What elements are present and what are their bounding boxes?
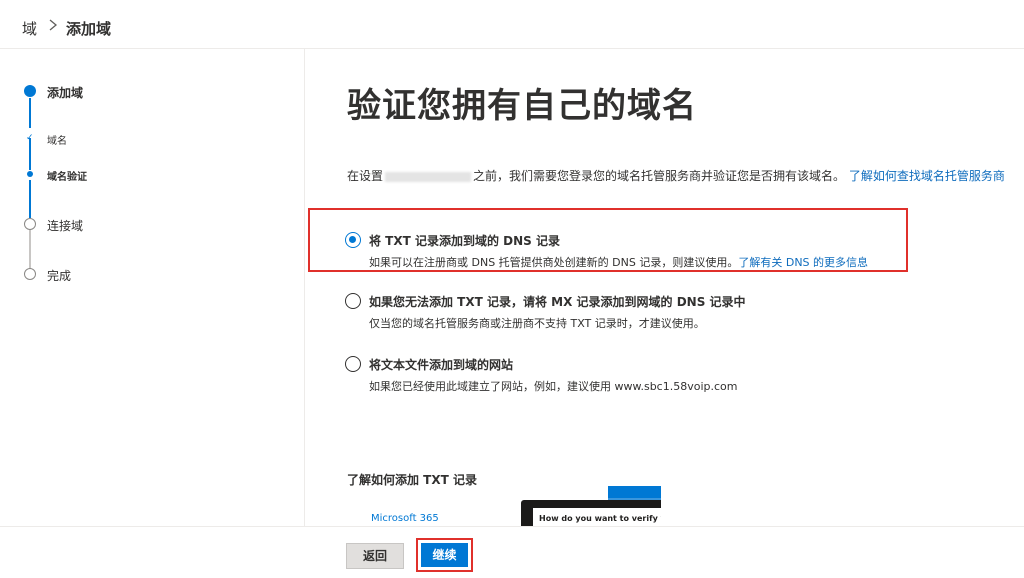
- highlight-box: 继续: [416, 538, 473, 572]
- learn-dns-link[interactable]: 了解有关 DNS 的更多信息: [738, 256, 868, 269]
- header-bar: 域 添加域: [0, 0, 1024, 49]
- step-pending-icon: [24, 218, 36, 230]
- radio-text-file[interactable]: [345, 356, 361, 372]
- radio-txt-record[interactable]: [345, 232, 361, 248]
- option-file-title: 将文本文件添加到域的网站: [369, 358, 514, 372]
- step-pending-icon: [24, 268, 36, 280]
- step-connector: [29, 180, 31, 218]
- step-add-domain: 添加域: [47, 86, 84, 100]
- learn-find-registrar-link[interactable]: 了解如何查找域名托管服务商: [849, 169, 1005, 183]
- step-domain-name: 域名: [47, 136, 67, 147]
- back-button[interactable]: 返回: [346, 543, 404, 569]
- option-mx-desc: 仅当您的域名托管服务商或注册商不支持 TXT 记录时，才建议使用。: [369, 317, 705, 330]
- video-thumbnail[interactable]: How do you want to verify y: [521, 486, 661, 526]
- breadcrumb-root-link[interactable]: 域: [22, 18, 37, 39]
- option-txt-desc-text: 如果可以在注册商或 DNS 托管提供商处创建新的 DNS 记录，则建议使用。: [369, 256, 739, 269]
- redacted-domain: [385, 171, 472, 182]
- step-domain-verification: 域名验证: [47, 172, 87, 183]
- thumbnail-card: How do you want to verify y: [533, 508, 661, 526]
- page-title: 验证您拥有自己的域名: [347, 86, 697, 126]
- learn-txt-heading: 了解如何添加 TXT 记录: [347, 473, 477, 487]
- thumbnail-accent: [608, 486, 661, 498]
- thumbnail-caption: How do you want to verify y: [539, 514, 661, 523]
- option-txt-title: 将 TXT 记录添加到域的 DNS 记录: [369, 234, 560, 248]
- description-text-after: 之前，我们需要您登录您的域名托管服务商并验证您是否拥有该域名。: [473, 169, 846, 183]
- step-connector: [29, 98, 31, 128]
- step-finish: 完成: [47, 269, 72, 283]
- checkmark-icon: ✓: [26, 133, 34, 143]
- footer-bar: 返回 继续: [0, 526, 1024, 578]
- main-content: 验证您拥有自己的域名 在设置 之前，我们需要您登录您的域名托管服务商并验证您是否拥…: [305, 48, 1024, 526]
- breadcrumb-current: 添加域: [66, 20, 112, 38]
- step-connector: [29, 229, 31, 269]
- radio-mx-record[interactable]: [345, 293, 361, 309]
- wizard-stepper: 添加域 ✓ 域名 域名验证 连接域 完成: [0, 48, 305, 526]
- option-mx-title: 如果您无法添加 TXT 记录，请将 MX 记录添加到网域的 DNS 记录中: [369, 295, 746, 309]
- step-current-small-icon: [27, 171, 33, 177]
- description-text-before: 在设置: [347, 169, 384, 183]
- option-txt-desc: 如果可以在注册商或 DNS 托管提供商处创建新的 DNS 记录，则建议使用。了解…: [369, 254, 868, 270]
- microsoft-365-logo: Microsoft 365: [371, 513, 439, 524]
- option-file-desc: 如果您已经使用此域建立了网站，例如，建议使用 www.sbc1.58voip.c…: [369, 380, 738, 393]
- page-description: 在设置 之前，我们需要您登录您的域名托管服务商并验证您是否拥有该域名。 了解如何查…: [347, 167, 1005, 184]
- step-current-icon: [24, 85, 36, 97]
- step-connect-domain: 连接域: [47, 219, 84, 233]
- chevron-right-icon: [49, 19, 58, 31]
- continue-button[interactable]: 继续: [421, 543, 468, 567]
